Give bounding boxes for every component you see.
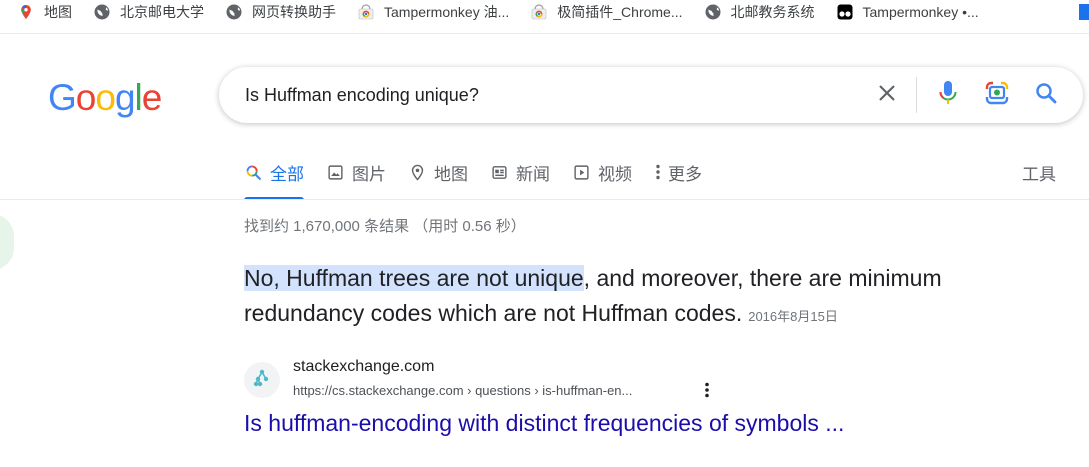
- bookmark-chrome-plugins[interactable]: 极简插件_Chrome...: [531, 0, 683, 24]
- tab-images[interactable]: 图片: [326, 150, 386, 194]
- tools-button[interactable]: 工具: [1022, 160, 1056, 185]
- tab-label: 地图: [434, 164, 468, 184]
- result-options-button[interactable]: [697, 382, 717, 403]
- clear-button[interactable]: [871, 79, 903, 111]
- search-box: Is Huffman encoding unique?: [219, 67, 1083, 123]
- bookmark-label: 北邮教务系统: [730, 4, 815, 20]
- bookmark-label: Tampermonkey •...: [862, 4, 979, 20]
- voice-search-button[interactable]: [932, 79, 964, 111]
- more-vert-icon: [654, 163, 662, 181]
- bookmark-label: 地图: [44, 4, 72, 20]
- bookmark-tampermonkey-store[interactable]: Tampermonkey 油...: [358, 0, 509, 24]
- result-title-link[interactable]: Is huffman-encoding with distinct freque…: [244, 410, 844, 437]
- bookmark-label: 网页转换助手: [252, 4, 336, 20]
- chrome-web-store-icon: [358, 4, 374, 20]
- tab-videos[interactable]: 视频: [572, 150, 632, 194]
- image-icon: [326, 163, 344, 181]
- tab-label: 图片: [352, 164, 386, 184]
- tab-more[interactable]: 更多: [654, 150, 702, 194]
- bookmark-tampermonkey[interactable]: Tampermonkey •...: [837, 0, 979, 24]
- close-icon: [876, 82, 898, 109]
- snippet-highlight: No, Huffman trees are not unique: [244, 265, 584, 291]
- search-input[interactable]: Is Huffman encoding unique?: [245, 67, 479, 123]
- bookmarks-bar: 地图 北京邮电大学 网页转换助手 Tampermonkey 油... 极简插件_…: [0, 0, 1089, 24]
- bookmark-label: 极简插件_Chrome...: [557, 4, 683, 20]
- bookmark-web-converter[interactable]: 网页转换助手: [226, 0, 336, 24]
- globe-icon: [705, 4, 721, 20]
- search-button[interactable]: [1030, 79, 1062, 111]
- result-url[interactable]: https://cs.stackexchange.com › questions…: [293, 383, 632, 398]
- bookmark-bupt-academic[interactable]: 北邮教务系统: [705, 0, 815, 24]
- microphone-icon: [936, 79, 960, 112]
- search-box-divider: [916, 77, 917, 113]
- chrome-web-store-icon: [531, 4, 547, 20]
- tabs-divider: [0, 199, 1089, 200]
- result-stats: 找到约 1,670,000 条结果 （用时 0.56 秒）: [244, 218, 526, 235]
- search-icon: [1034, 81, 1058, 110]
- bookmark-label: 北京邮电大学: [120, 4, 204, 20]
- bookmark-label: Tampermonkey 油...: [384, 4, 510, 20]
- globe-icon: [94, 4, 110, 20]
- tab-maps[interactable]: 地图: [408, 150, 468, 194]
- search-tabs: 全部 图片 地图 新闻 视频 更多: [244, 150, 724, 200]
- stackexchange-icon: [251, 367, 273, 394]
- site-favicon[interactable]: [244, 362, 280, 398]
- news-icon: [490, 163, 508, 181]
- tampermonkey-icon: [837, 4, 853, 20]
- bookmark-bupt[interactable]: 北京邮电大学: [94, 0, 204, 24]
- maps-pin-icon: [18, 4, 34, 20]
- bookmark-maps[interactable]: 地图: [18, 0, 72, 24]
- image-search-button[interactable]: [981, 79, 1013, 111]
- lens-camera-icon: [984, 80, 1010, 111]
- side-panel-tab[interactable]: [0, 214, 14, 270]
- snippet-date: 2016年8月15日: [748, 309, 838, 324]
- tab-label: 全部: [270, 164, 304, 184]
- more-vert-icon: [705, 382, 709, 403]
- tab-label: 视频: [598, 164, 632, 184]
- globe-icon: [226, 4, 242, 20]
- google-logo[interactable]: Google: [48, 78, 162, 118]
- result-site-name[interactable]: stackexchange.com: [293, 358, 434, 376]
- tab-label: 更多: [668, 164, 702, 184]
- tab-news[interactable]: 新闻: [490, 150, 550, 194]
- map-pin-icon: [408, 163, 426, 181]
- tab-label: 新闻: [516, 164, 550, 184]
- toolbar-divider: [0, 33, 1089, 34]
- bookmark-overflow-icon[interactable]: [1079, 4, 1089, 20]
- tab-all[interactable]: 全部: [244, 150, 304, 200]
- search-icon: [244, 163, 262, 181]
- featured-snippet: No, Huffman trees are not unique, and mo…: [244, 261, 1064, 334]
- video-icon: [572, 163, 590, 181]
